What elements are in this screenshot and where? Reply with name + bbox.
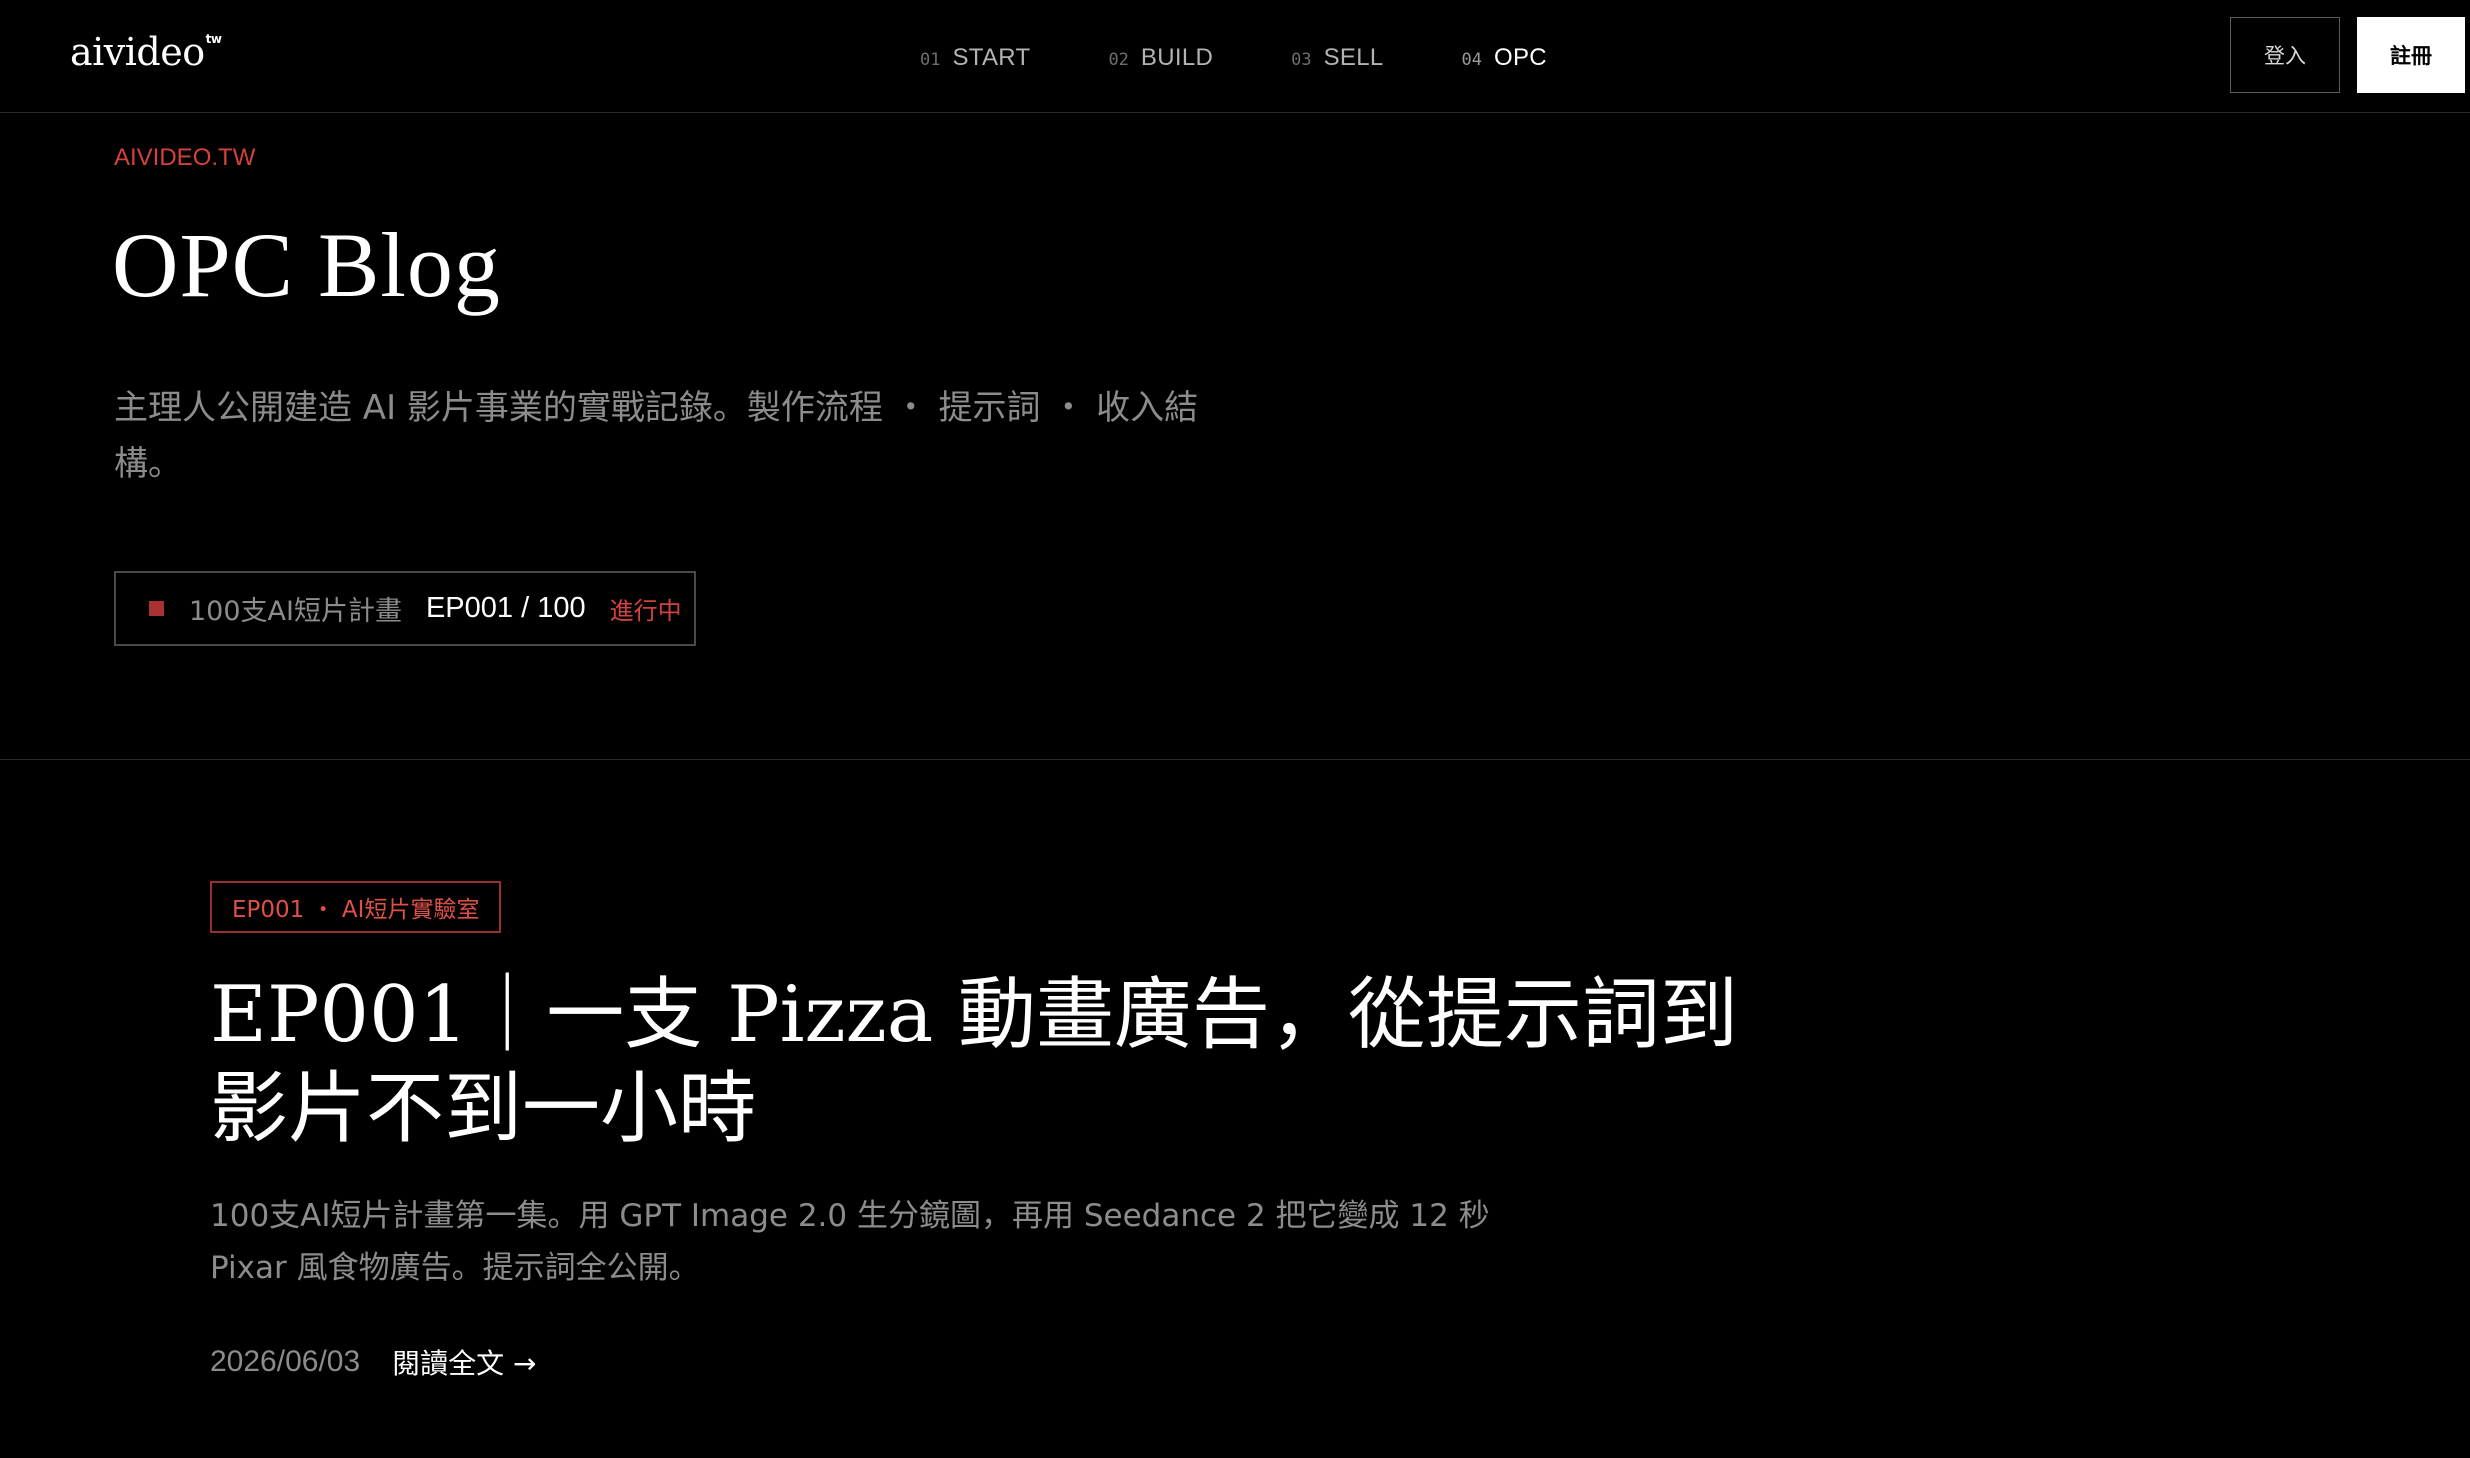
nav-item-label: OPC [1494,44,1547,71]
episode-counter: EP001 / 100 [425,592,586,624]
nav-item-number: 01 [920,50,941,70]
status-square-icon [149,601,164,616]
post-date: 2026/06/03 [210,1345,361,1378]
nav-item-number: 03 [1291,50,1312,70]
logo[interactable]: aivideotw [70,30,222,74]
post-meta: 2026/06/03 閱讀全文 → [210,1340,537,1384]
logo-superscript: tw [205,32,222,46]
project-progress-badge: 100支AI短片計畫 EP001 / 100 進行中 [114,571,696,646]
nav-item-number: 02 [1108,50,1129,70]
nav-item-sell[interactable]: 03 SELL [1291,44,1383,72]
page-title: OPC Blog [112,214,501,316]
status-text: 進行中 [609,597,682,625]
login-button[interactable]: 登入 [2230,17,2340,93]
nav-item-number: 04 [1461,50,1482,70]
post-excerpt: 100支AI短片計畫第一集。用 GPT Image 2.0 生分鏡圖，再用 Se… [210,1198,1490,1286]
project-name: 100支AI短片計畫 [189,596,402,627]
register-button[interactable]: 註冊 [2357,17,2465,93]
nav-item-start[interactable]: 01 START [920,44,1030,72]
nav-item-label: START [952,44,1031,71]
read-more-link[interactable]: 閱讀全文 → [392,1342,536,1382]
nav-item-build[interactable]: 02 BUILD [1108,44,1213,72]
post-tag[interactable]: EP001 ・ AI短片實驗室 [210,881,502,933]
post-title[interactable]: EP001｜一支 Pizza 動畫廣告，從提示詞到影片不到一小時 [210,968,1770,1156]
nav-item-label: SELL [1323,44,1384,71]
site-header: aivideotw 01 START 02 BUILD 03 SELL 04 O… [0,0,2470,113]
site-eyebrow: AIVIDEO.TW [114,144,256,171]
main-nav: 01 START 02 BUILD 03 SELL 04 OPC [920,38,1547,78]
logo-text: aivideo [70,30,205,74]
nav-item-opc[interactable]: 04 OPC [1462,44,1547,72]
intro-text: 主理人公開建造 AI 影片事業的實戰記錄。製作流程 ・ 提示詞 ・ 收入結構。 [114,388,1199,484]
section-divider [0,759,2470,760]
nav-item-label: BUILD [1140,44,1214,71]
